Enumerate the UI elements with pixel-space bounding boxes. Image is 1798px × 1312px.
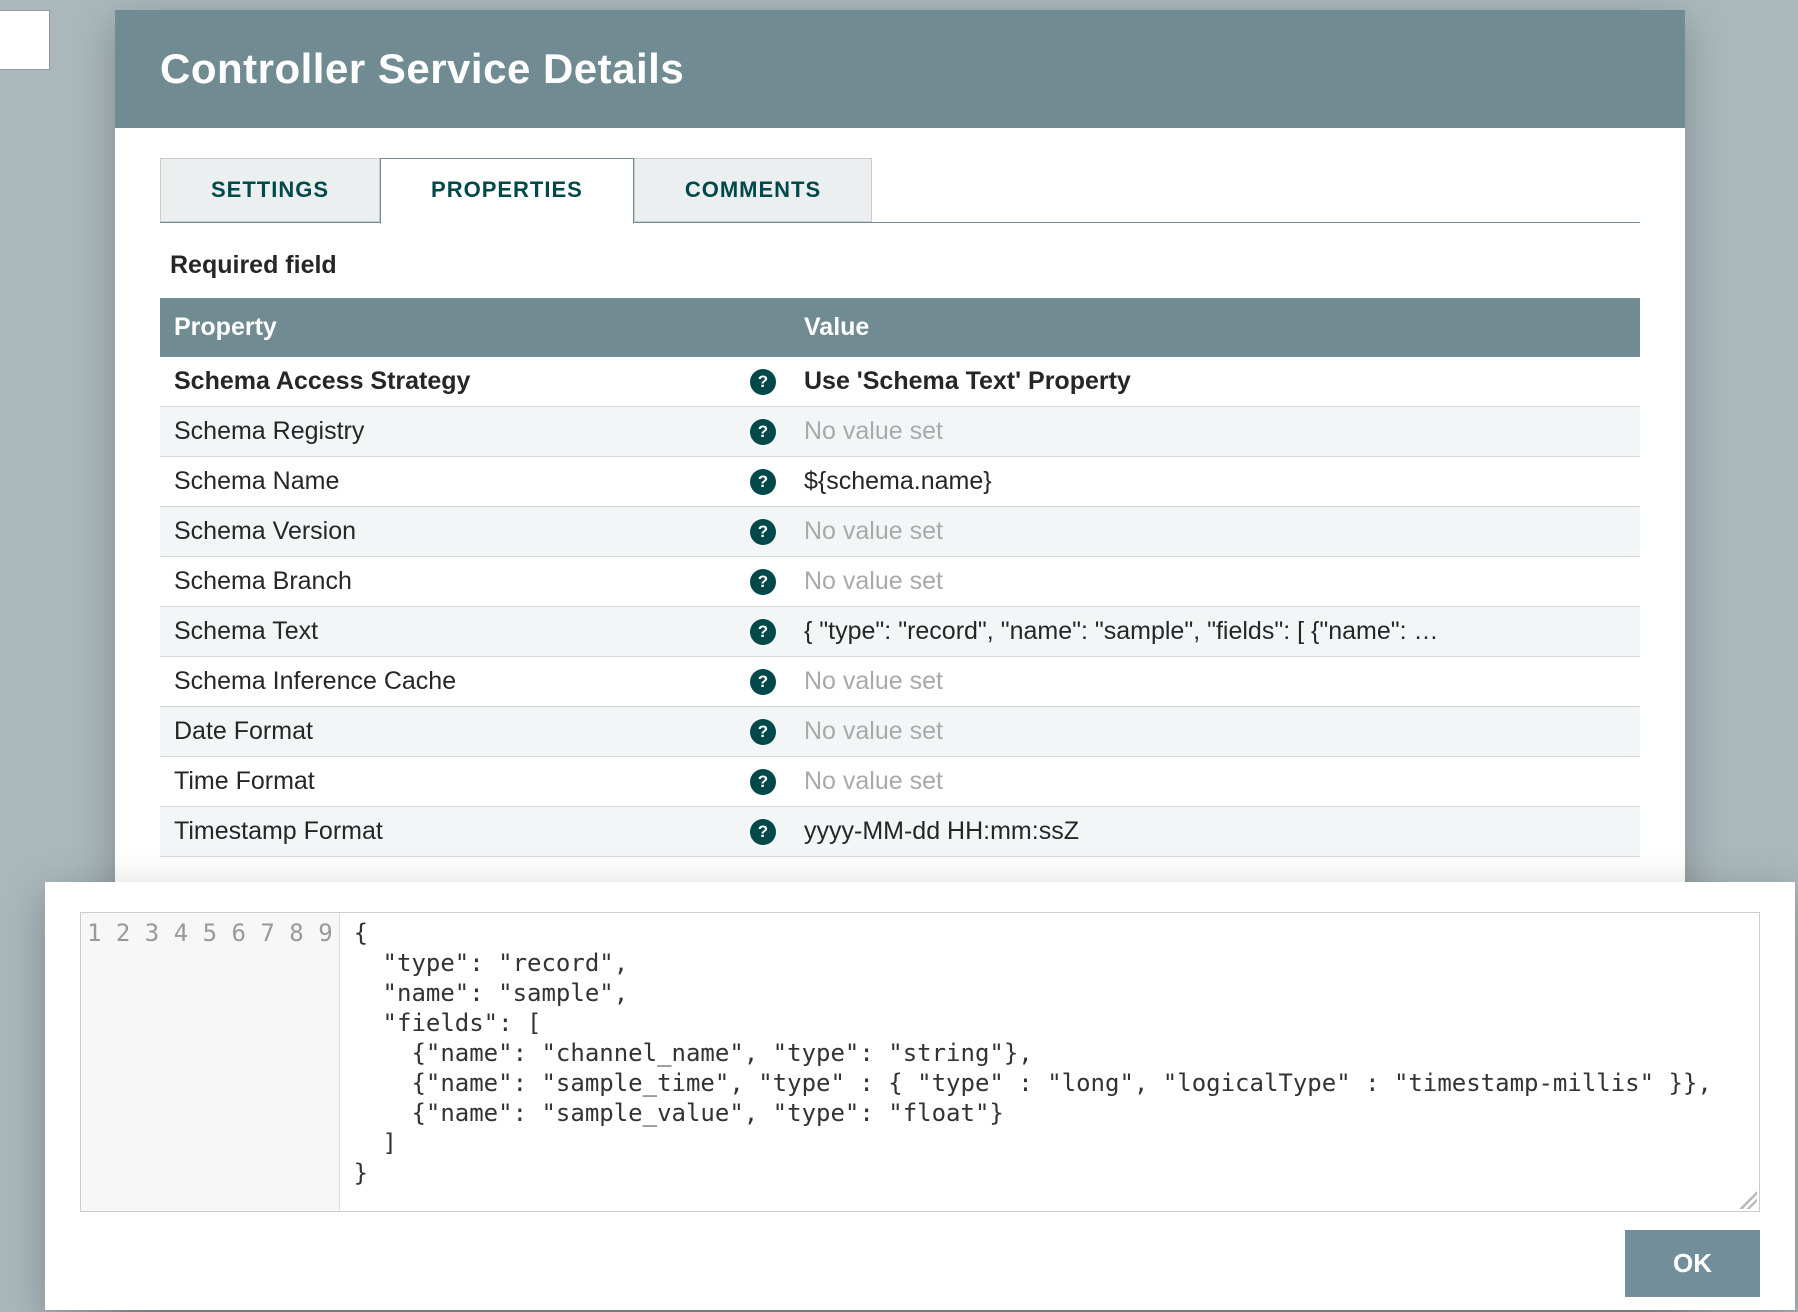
- help-icon[interactable]: ?: [750, 469, 776, 495]
- property-name: Schema Inference Cache: [174, 667, 456, 696]
- help-icon[interactable]: ?: [750, 719, 776, 745]
- property-name: Time Format: [174, 767, 315, 796]
- help-icon[interactable]: ?: [750, 369, 776, 395]
- property-name: Date Format: [174, 717, 313, 746]
- required-field-label: Required field: [170, 251, 1640, 280]
- help-icon[interactable]: ?: [750, 519, 776, 545]
- table-row[interactable]: Schema Access Strategy? Use 'Schema Text'…: [160, 357, 1640, 407]
- background-tab-fragment: [0, 10, 50, 70]
- property-actions: [1458, 707, 1640, 757]
- property-value[interactable]: No value set: [804, 567, 1444, 596]
- property-actions: [1458, 507, 1640, 557]
- property-actions: [1458, 357, 1640, 407]
- dialog-title: Controller Service Details: [115, 10, 1685, 128]
- property-value[interactable]: No value set: [804, 717, 1444, 746]
- property-value[interactable]: { "type": "record", "name": "sample", "f…: [804, 617, 1444, 646]
- property-value[interactable]: No value set: [804, 667, 1444, 696]
- property-name: Schema Branch: [174, 567, 352, 596]
- resize-handle-icon[interactable]: [1739, 1191, 1757, 1209]
- ok-button[interactable]: OK: [1625, 1230, 1760, 1297]
- property-value[interactable]: Use 'Schema Text' Property: [804, 367, 1444, 396]
- col-header-property: Property: [160, 298, 790, 357]
- property-actions: [1458, 607, 1640, 657]
- property-actions: [1458, 557, 1640, 607]
- properties-table: Property Value Schema Access Strategy? Us…: [160, 298, 1640, 857]
- help-icon[interactable]: ?: [750, 819, 776, 845]
- code-gutter: 1 2 3 4 5 6 7 8 9: [81, 913, 340, 1211]
- table-row[interactable]: Schema Text? { "type": "record", "name": …: [160, 607, 1640, 657]
- table-row[interactable]: Time Format? No value set: [160, 757, 1640, 807]
- property-actions: [1458, 407, 1640, 457]
- code-editor[interactable]: 1 2 3 4 5 6 7 8 9 { "type": "record", "n…: [80, 912, 1760, 1212]
- property-value[interactable]: No value set: [804, 767, 1444, 796]
- help-icon[interactable]: ?: [750, 619, 776, 645]
- help-icon[interactable]: ?: [750, 769, 776, 795]
- tab-properties[interactable]: PROPERTIES: [380, 158, 634, 224]
- property-actions: [1458, 457, 1640, 507]
- property-name: Timestamp Format: [174, 817, 383, 846]
- help-icon[interactable]: ?: [750, 669, 776, 695]
- property-actions: [1458, 757, 1640, 807]
- code-content[interactable]: { "type": "record", "name": "sample", "f…: [340, 913, 1759, 1211]
- table-row[interactable]: Date Format? No value set: [160, 707, 1640, 757]
- property-actions: [1458, 807, 1640, 857]
- help-icon[interactable]: ?: [750, 569, 776, 595]
- property-value[interactable]: yyyy-MM-dd HH:mm:ssZ: [804, 817, 1444, 846]
- schema-text-editor-dialog: 1 2 3 4 5 6 7 8 9 { "type": "record", "n…: [45, 882, 1795, 1310]
- tab-comments[interactable]: COMMENTS: [634, 158, 872, 222]
- property-actions: [1458, 657, 1640, 707]
- dialog-tabs: SETTINGS PROPERTIES COMMENTS: [160, 158, 1640, 223]
- table-row[interactable]: Schema Inference Cache? No value set: [160, 657, 1640, 707]
- col-header-blank: [1458, 298, 1640, 357]
- table-row[interactable]: Schema Name? ${schema.name}: [160, 457, 1640, 507]
- property-name: Schema Version: [174, 517, 356, 546]
- help-icon[interactable]: ?: [750, 419, 776, 445]
- tab-settings[interactable]: SETTINGS: [160, 158, 380, 222]
- property-name: Schema Text: [174, 617, 318, 646]
- table-row[interactable]: Timestamp Format? yyyy-MM-dd HH:mm:ssZ: [160, 807, 1640, 857]
- table-row[interactable]: Schema Version? No value set: [160, 507, 1640, 557]
- table-row[interactable]: Schema Registry? No value set: [160, 407, 1640, 457]
- col-header-value: Value: [790, 298, 1458, 357]
- property-value[interactable]: ${schema.name}: [804, 467, 1444, 496]
- property-value[interactable]: No value set: [804, 417, 1444, 446]
- property-name: Schema Name: [174, 467, 339, 496]
- table-row[interactable]: Schema Branch? No value set: [160, 557, 1640, 607]
- property-name: Schema Registry: [174, 417, 364, 446]
- property-value[interactable]: No value set: [804, 517, 1444, 546]
- property-name: Schema Access Strategy: [174, 367, 470, 396]
